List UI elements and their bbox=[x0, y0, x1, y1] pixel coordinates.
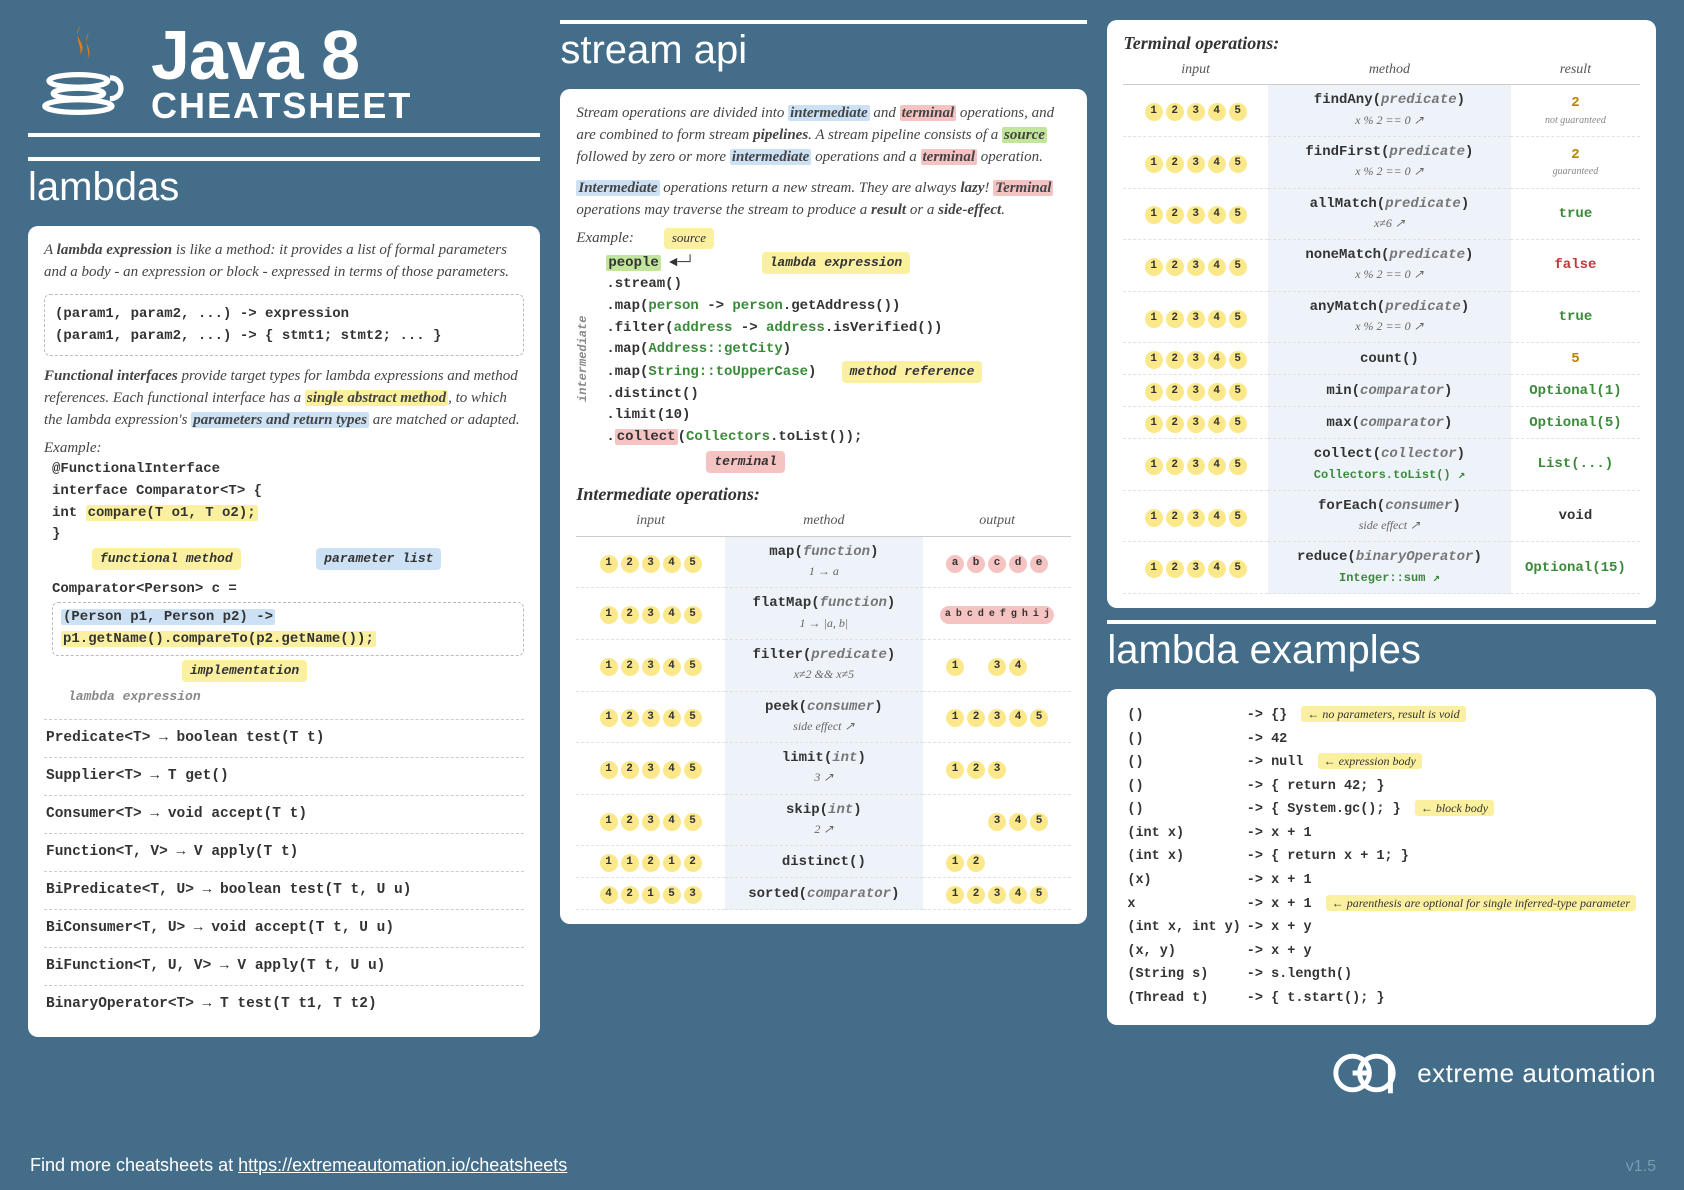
table-row: ()-> {} ← no parameters, result is void bbox=[1125, 705, 1638, 727]
tag-lambda-expression: lambda expression bbox=[60, 686, 209, 708]
example-label: Example: bbox=[44, 438, 524, 460]
comparator-example: @FunctionalInterface interface Comparato… bbox=[44, 459, 524, 709]
tag-lambda-expression-2: lambda expression bbox=[762, 252, 911, 274]
table-row: 12345max(comparator)Optional(5) bbox=[1123, 407, 1640, 439]
tag-method-reference: method reference bbox=[842, 361, 983, 383]
lambda-examples-table: ()-> {} ← no parameters, result is void(… bbox=[1123, 703, 1640, 1011]
table-row: 12345noneMatch(predicate)x % 2 == 0 ↗fal… bbox=[1123, 240, 1640, 292]
table-row: 12345count()5 bbox=[1123, 343, 1640, 375]
table-row: (Thread t)-> { t.start(); } bbox=[1125, 988, 1638, 1010]
table-row: ()-> { System.gc(); } ← block body bbox=[1125, 799, 1638, 821]
lambdas-card: A lambda expression is like a method: it… bbox=[28, 226, 540, 1037]
lambda-examples-card: ()-> {} ← no parameters, result is void(… bbox=[1107, 689, 1656, 1025]
fi-list-item: BiPredicate<T, U> → boolean test(T t, U … bbox=[44, 871, 524, 909]
stream-card: Stream operations are divided into inter… bbox=[560, 89, 1087, 924]
ea-logo-icon bbox=[1333, 1047, 1403, 1099]
java-logo-icon bbox=[28, 20, 133, 125]
table-row: 12345flatMap(function)1 → |a, b|a b c d … bbox=[576, 588, 1071, 640]
fi-list-item: Function<T, V> → V apply(T t) bbox=[44, 833, 524, 871]
fi-list-item: BiConsumer<T, U> → void accept(T t, U u) bbox=[44, 909, 524, 947]
table-row: 12345min(comparator)Optional(1) bbox=[1123, 375, 1640, 407]
footer-text: Find more cheatsheets at https://extreme… bbox=[30, 1155, 567, 1176]
table-row: 12345findFirst(predicate)x % 2 == 0 ↗2gu… bbox=[1123, 136, 1640, 188]
title-line2: CHEATSHEET bbox=[151, 89, 412, 123]
tag-source: source bbox=[664, 228, 714, 249]
table-row: 12345findAny(predicate)x % 2 == 0 ↗2not … bbox=[1123, 85, 1640, 137]
fi-list-item: Predicate<T> → boolean test(T t) bbox=[44, 719, 524, 757]
intermediate-ops-table: input method output 12345map(function)1 … bbox=[576, 507, 1071, 910]
stream-code-example: intermediate people ◄─┘ lambda expressio… bbox=[576, 252, 1071, 474]
table-row: 42153sorted(comparator)12345 bbox=[576, 878, 1071, 910]
section-lambdas-title: lambdas bbox=[28, 157, 540, 210]
table-row: 12345limit(int)3 ↗123·· bbox=[576, 743, 1071, 795]
tag-parameter-list: parameter list bbox=[316, 548, 441, 570]
page-header: Java 8 CHEATSHEET bbox=[28, 20, 540, 137]
brand-text: extreme automation bbox=[1417, 1058, 1656, 1089]
lambdas-intro: A lambda expression is like a method: it… bbox=[44, 240, 524, 284]
table-row: 12345map(function)1 → aabcde bbox=[576, 536, 1071, 588]
table-row: (int x)-> { return x + 1; } bbox=[1125, 846, 1638, 868]
tag-implementation: implementation bbox=[182, 660, 307, 682]
terminal-ops-title: Terminal operations: bbox=[1123, 30, 1640, 56]
fi-list-item: Supplier<T> → T get() bbox=[44, 757, 524, 795]
fi-list-item: Consumer<T> → void accept(T t) bbox=[44, 795, 524, 833]
table-row: (String s)-> s.length() bbox=[1125, 964, 1638, 986]
table-row: 12345skip(int)2 ↗··345 bbox=[576, 794, 1071, 846]
table-row: 12345anyMatch(predicate)x % 2 == 0 ↗true bbox=[1123, 291, 1640, 343]
table-row: (int x)-> x + 1 bbox=[1125, 823, 1638, 845]
table-row: 11212distinct()12··· bbox=[576, 846, 1071, 878]
table-row: (x, y)-> x + y bbox=[1125, 941, 1638, 963]
table-row: (x)-> x + 1 bbox=[1125, 870, 1638, 892]
lambda-syntax-box: (param1, param2, ...) -> expression (par… bbox=[44, 294, 524, 357]
terminal-ops-card: Terminal operations: input method result… bbox=[1107, 20, 1656, 608]
functional-interfaces-intro: Functional interfaces provide target typ… bbox=[44, 366, 524, 431]
terminal-ops-table: input method result 12345findAny(predica… bbox=[1123, 56, 1640, 594]
table-row: 12345peek(consumer)side effect ↗12345 bbox=[576, 691, 1071, 743]
table-row: 12345reduce(binaryOperator)Integer::sum … bbox=[1123, 542, 1640, 594]
section-lambda-examples-title: lambda examples bbox=[1107, 620, 1656, 673]
table-row: 12345forEach(consumer)side effect ↗void bbox=[1123, 490, 1640, 542]
functional-interfaces-list: Predicate<T> → boolean test(T t)Supplier… bbox=[44, 719, 524, 1023]
footer-link[interactable]: https://extremeautomation.io/cheatsheets bbox=[238, 1155, 567, 1175]
version-label: v1.5 bbox=[1626, 1158, 1656, 1176]
fi-list-item: BiFunction<T, U, V> → V apply(T t, U u) bbox=[44, 947, 524, 985]
table-row: ()-> null ← expression body bbox=[1125, 752, 1638, 774]
stream-intro2: Intermediate operations return a new str… bbox=[576, 178, 1071, 222]
table-row: (int x, int y)-> x + y bbox=[1125, 917, 1638, 939]
table-row: 12345allMatch(predicate)x≠6 ↗true bbox=[1123, 188, 1640, 240]
table-row: x-> x + 1 ← parenthesis are optional for… bbox=[1125, 894, 1638, 916]
tag-functional-method: functional method bbox=[92, 548, 241, 570]
section-stream-title: stream api bbox=[560, 20, 1087, 73]
table-row: 12345filter(predicate)x≠2 && x≠51·34· bbox=[576, 639, 1071, 691]
tag-terminal: terminal bbox=[706, 451, 784, 473]
table-row: 12345collect(collector)Collectors.toList… bbox=[1123, 439, 1640, 491]
brand-logo: extreme automation bbox=[1107, 1047, 1656, 1099]
fi-list-item: BinaryOperator<T> → T test(T t1, T t2) bbox=[44, 985, 524, 1023]
title-line1: Java 8 bbox=[151, 22, 412, 89]
intermediate-ops-title: Intermediate operations: bbox=[576, 481, 1071, 507]
stream-intro: Stream operations are divided into inter… bbox=[576, 103, 1071, 168]
tag-intermediate-vertical: intermediate bbox=[574, 315, 593, 401]
table-row: ()-> { return 42; } bbox=[1125, 776, 1638, 798]
table-row: ()-> 42 bbox=[1125, 729, 1638, 751]
